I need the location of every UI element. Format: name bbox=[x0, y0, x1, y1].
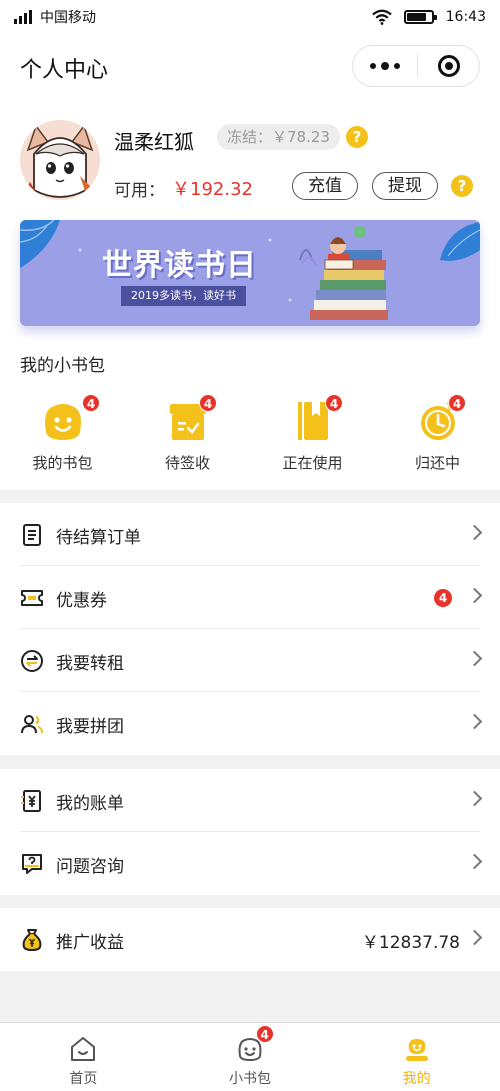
menu-item-label: 优惠券 bbox=[56, 591, 107, 611]
tab-label: 我的 bbox=[402, 1071, 431, 1087]
menu-item-sublet[interactable]: 我要转租 bbox=[0, 629, 500, 692]
frozen-balance: 冻结：￥78.23 bbox=[217, 124, 340, 150]
bookbag-item-pending-receipt[interactable]: 4 待签收 bbox=[125, 390, 250, 480]
chevron-right-icon bbox=[466, 650, 483, 667]
menu-item-label: 我要拼团 bbox=[56, 717, 124, 737]
menu-group-bills: 我的账单 问题咨询 bbox=[0, 769, 500, 895]
grid-item-label: 我的书包 bbox=[32, 454, 93, 472]
grid-item-label: 待签收 bbox=[164, 454, 210, 472]
banner-title: 世界读书日 bbox=[102, 248, 257, 283]
banner-subtitle: 2019多读书，读好书 bbox=[121, 286, 246, 306]
profile-tab-icon bbox=[405, 1039, 428, 1061]
order-list-icon bbox=[23, 524, 41, 546]
badge-count: 4 bbox=[199, 394, 217, 412]
earnings-value: ￥12837.78 bbox=[361, 933, 460, 953]
chevron-right-icon bbox=[466, 713, 483, 730]
smiley-bag-icon bbox=[44, 404, 81, 440]
menu-group-earnings: 推广收益 ￥12837.78 bbox=[0, 908, 500, 971]
menu-item-pending-orders[interactable]: 待结算订单 bbox=[0, 503, 500, 566]
menu-item-inquiry[interactable]: 问题咨询 bbox=[0, 832, 500, 895]
status-bar: 中国移动 16:43 bbox=[0, 0, 500, 34]
miniprogram-capsule bbox=[352, 45, 480, 87]
available-help-icon[interactable]: ? bbox=[451, 175, 473, 197]
close-target-icon bbox=[437, 55, 460, 77]
more-options-button[interactable] bbox=[353, 46, 417, 86]
chevron-right-icon bbox=[466, 853, 483, 870]
promo-banner[interactable]: 世界读书日 2019多读书，读好书 bbox=[20, 220, 480, 326]
menu-item-label: 推广收益 bbox=[56, 933, 124, 953]
tab-bar: 首页 4 小书包 我的 bbox=[0, 1022, 500, 1091]
grid-item-label: 正在使用 bbox=[282, 454, 343, 472]
battery-icon bbox=[403, 10, 437, 24]
menu-item-label: 待结算订单 bbox=[56, 528, 141, 548]
avatar-illustration-icon bbox=[20, 120, 100, 200]
signal-icon bbox=[14, 10, 32, 24]
menu-item-label: 我的账单 bbox=[56, 794, 124, 814]
group-users-icon bbox=[21, 715, 43, 734]
carrier-name: 中国移动 bbox=[40, 10, 96, 26]
wifi-icon bbox=[371, 9, 392, 25]
menu-group-orders: 待结算订单 优惠券 4 我要转租 我要拼团 bbox=[0, 503, 500, 755]
transfer-icon bbox=[21, 650, 43, 672]
bookbag-section-title: 我的小书包 bbox=[20, 356, 105, 376]
bookbag-item-in-use[interactable]: 4 正在使用 bbox=[250, 390, 375, 480]
tab-bookbag[interactable]: 4 小书包 bbox=[167, 1023, 334, 1091]
tab-profile[interactable]: 我的 bbox=[333, 1023, 500, 1091]
menu-item-referral-earnings[interactable]: 推广收益 ￥12837.78 bbox=[0, 908, 500, 971]
available-label: 可用： bbox=[114, 181, 165, 201]
menu-item-label: 问题咨询 bbox=[56, 857, 124, 877]
home-icon bbox=[71, 1037, 96, 1061]
page-title: 个人中心 bbox=[20, 58, 109, 83]
chevron-right-icon bbox=[466, 929, 483, 946]
badge-count: 4 bbox=[434, 589, 452, 607]
tab-home[interactable]: 首页 bbox=[0, 1023, 167, 1091]
bookbag-item-my-bag[interactable]: 4 我的书包 bbox=[0, 390, 125, 480]
recharge-button[interactable]: 充值 bbox=[292, 172, 358, 200]
chevron-right-icon bbox=[466, 524, 483, 541]
menu-item-group-buy[interactable]: 我要拼团 bbox=[0, 692, 500, 755]
available-balance: ￥192.32 bbox=[172, 179, 253, 200]
close-miniprogram-button[interactable] bbox=[418, 46, 479, 86]
nav-bar: 个人中心 bbox=[0, 34, 500, 100]
badge-count: 4 bbox=[325, 394, 343, 412]
tab-label: 首页 bbox=[69, 1071, 98, 1087]
avatar[interactable] bbox=[20, 120, 100, 200]
menu-item-label: 我要转租 bbox=[56, 654, 124, 674]
grid-item-label: 归还中 bbox=[414, 454, 460, 472]
badge-count: 4 bbox=[255, 1025, 274, 1043]
tab-label: 小书包 bbox=[229, 1071, 271, 1087]
profile-section: 温柔红狐 冻结：￥78.23 ? 可用： ￥192.32 充值 提现 ? 世界读… bbox=[0, 100, 500, 490]
chevron-right-icon bbox=[466, 790, 483, 807]
menu-item-my-bills[interactable]: 我的账单 bbox=[0, 769, 500, 832]
username: 温柔红狐 bbox=[114, 130, 194, 154]
withdraw-button[interactable]: 提现 bbox=[372, 172, 438, 200]
chevron-right-icon bbox=[466, 587, 483, 604]
money-bag-icon bbox=[22, 929, 42, 952]
bill-icon bbox=[21, 790, 41, 812]
frozen-help-icon[interactable]: ? bbox=[346, 126, 368, 148]
menu-item-coupons[interactable]: 优惠券 4 bbox=[0, 566, 500, 629]
coupon-icon bbox=[21, 590, 43, 606]
bookbag-item-returning[interactable]: 4 归还中 bbox=[375, 390, 500, 480]
badge-count: 4 bbox=[448, 394, 466, 412]
badge-count: 4 bbox=[82, 394, 100, 412]
clock-time: 16:43 bbox=[445, 9, 486, 25]
question-chat-icon bbox=[22, 854, 42, 874]
bookbag-grid: 4 我的书包 4 待签收 4 正在使用 4 归还中 bbox=[0, 390, 500, 480]
